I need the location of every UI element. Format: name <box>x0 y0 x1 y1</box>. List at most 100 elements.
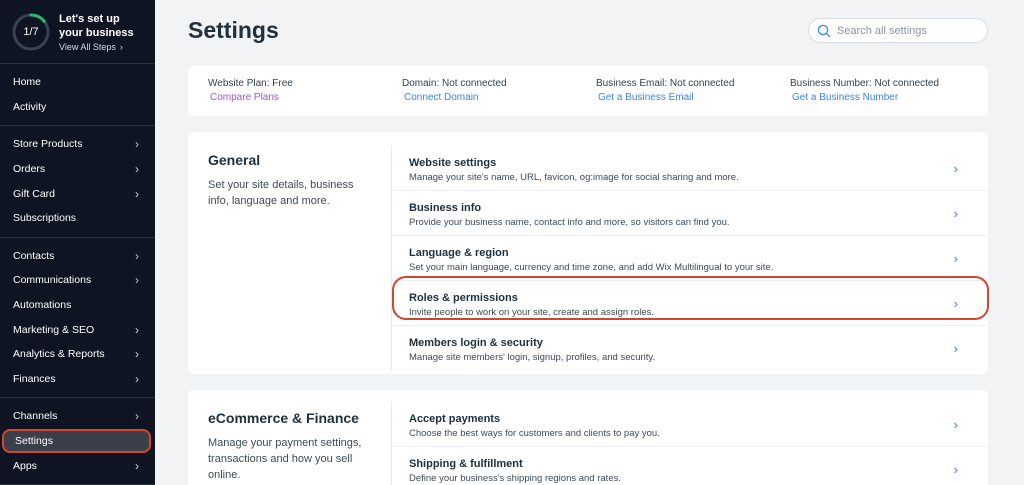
row-description: Set your main language, currency and tim… <box>409 262 774 273</box>
sidebar-item-label: Apps <box>13 459 37 472</box>
row-title: Accept payments <box>409 413 501 425</box>
general-heading: General <box>208 152 261 168</box>
chevron-right-icon: › <box>135 186 139 201</box>
sidebar-item-settings[interactable]: Settings <box>2 428 151 454</box>
info-label: Website Plan: Free <box>208 78 293 89</box>
general-rows: Website settings Manage your site's name,… <box>391 146 988 371</box>
chevron-right-icon: › <box>135 409 139 424</box>
sidebar-item-label: Channels <box>13 410 58 423</box>
sidebar-item-label: Activity <box>13 100 47 113</box>
sidebar-item-channels[interactable]: Channels › <box>0 404 155 429</box>
chevron-right-icon: › <box>953 161 958 176</box>
row-title: Members login & security <box>409 337 543 349</box>
progress-label: 1/7 <box>23 25 39 38</box>
sidebar-item-label: Store Products <box>13 138 83 151</box>
sidebar-group: Contacts › Communications › Automations Marke… <box>0 238 155 399</box>
sidebar-item-label: Analytics & Reports <box>13 348 105 361</box>
row-description: Provide your business name, contact info… <box>409 217 730 228</box>
row-title: Language & region <box>409 247 509 259</box>
chevron-right-icon: › <box>135 248 139 263</box>
chevron-right-icon: › <box>135 137 139 152</box>
sidebar-item-label: Finances <box>13 372 56 385</box>
sidebar-item-label: Home <box>13 76 42 89</box>
ecommerce-heading: eCommerce & Finance <box>208 410 359 426</box>
settings-row-business-info[interactable]: Business info Provide your business name,… <box>392 191 988 236</box>
row-description: Define your business's shipping regions … <box>409 473 621 484</box>
info-website-plan: Website Plan: Free Compare Plans <box>208 78 293 103</box>
search-box[interactable] <box>808 18 988 43</box>
search-icon <box>817 24 831 37</box>
general-card: General Set your site details, business … <box>188 132 988 374</box>
sidebar-item-label: Communications <box>13 274 92 287</box>
row-description: Manage your site's name, URL, favicon, o… <box>409 172 739 183</box>
sidebar-item-label: Contacts <box>13 249 55 262</box>
sidebar-item-activity[interactable]: Activity <box>0 95 155 120</box>
settings-row-shipping-and-fulfillment[interactable]: Shipping & fulfillment Define your busine… <box>392 447 988 485</box>
sidebar-group: Channels › Settings Apps › <box>0 398 155 485</box>
get-business-email-link[interactable]: Get a Business Email <box>598 92 734 103</box>
sidebar-group: Store Products › Orders › Gift Card › Subscrip… <box>0 126 155 238</box>
settings-row-website-settings[interactable]: Website settings Manage your site's name,… <box>392 146 988 191</box>
settings-row-accept-payments[interactable]: Accept payments Choose the best ways for … <box>392 402 988 447</box>
ecommerce-card: eCommerce & Finance Manage your payment … <box>188 390 988 485</box>
sidebar-nav: Home Activity Store Products › Orders › Gift C… <box>0 64 155 485</box>
highlight-annotation <box>392 276 989 320</box>
sidebar-item-contacts[interactable]: Contacts › <box>0 244 155 269</box>
info-business-email: Business Email: Not connected Get a Busi… <box>596 78 734 103</box>
chevron-right-icon: › <box>135 371 139 386</box>
sidebar-item-label: Marketing & SEO <box>13 323 95 336</box>
sidebar-item-analytics-and-reports[interactable]: Analytics & Reports › <box>0 342 155 367</box>
sidebar-item-apps[interactable]: Apps › <box>0 453 155 478</box>
sidebar-item-orders[interactable]: Orders › <box>0 157 155 182</box>
sidebar-item-label: Settings <box>15 435 53 448</box>
sidebar-item-automations[interactable]: Automations <box>0 293 155 318</box>
settings-row-members-login-and-security[interactable]: Members login & security Manage site memb… <box>392 326 988 371</box>
compare-plans-link[interactable]: Compare Plans <box>210 92 293 103</box>
sidebar-item-label: Orders <box>13 163 46 176</box>
chevron-right-icon: › <box>953 417 958 432</box>
page-title: Settings <box>188 17 279 43</box>
sidebar-item-finances[interactable]: Finances › <box>0 367 155 392</box>
sidebar-item-communications[interactable]: Communications › <box>0 268 155 293</box>
main-content: Settings Website Plan: Free Compare Plan… <box>155 0 1024 485</box>
row-title: Shipping & fulfillment <box>409 458 523 470</box>
row-description: Manage site members' login, signup, prof… <box>409 352 656 363</box>
info-label: Business Number: Not connected <box>790 78 939 89</box>
info-domain: Domain: Not connected Connect Domain <box>402 78 507 103</box>
chevron-right-icon: › <box>135 458 139 473</box>
sidebar-item-subscriptions[interactable]: Subscriptions <box>0 206 155 231</box>
sidebar-item-marketing-and-seo[interactable]: Marketing & SEO › <box>0 317 155 342</box>
get-business-number-link[interactable]: Get a Business Number <box>792 92 939 103</box>
plan-info-card: Website Plan: Free Compare Plans Domain:… <box>188 66 988 116</box>
general-description: Set your site details, business info, la… <box>208 179 354 207</box>
sidebar-item-label: Subscriptions <box>13 212 77 225</box>
chevron-right-icon: › <box>953 251 958 266</box>
chevron-right-icon: › <box>119 41 123 52</box>
progress-ring: 1/7 <box>11 12 51 52</box>
connect-domain-link[interactable]: Connect Domain <box>404 92 507 103</box>
chevron-right-icon: › <box>953 341 958 356</box>
sidebar-item-store-products[interactable]: Store Products › <box>0 132 155 157</box>
sidebar-item-label: Automations <box>13 299 72 312</box>
info-label: Domain: Not connected <box>402 78 507 89</box>
sidebar: 1/7 Let's set up your business View All … <box>0 0 155 485</box>
sidebar-item-home[interactable]: Home <box>0 70 155 95</box>
sidebar-item-label: Gift Card <box>13 187 56 200</box>
sidebar-item-gift-card[interactable]: Gift Card › <box>0 181 155 206</box>
sidebar-group: Home Activity <box>0 64 155 127</box>
row-description: Choose the best ways for customers and c… <box>409 428 660 439</box>
chevron-right-icon: › <box>135 273 139 288</box>
row-title: Website settings <box>409 157 497 169</box>
ecommerce-description: Manage your payment settings, transactio… <box>208 437 362 481</box>
settings-row-language-and-region[interactable]: Language & region Set your main language,… <box>392 236 988 281</box>
chevron-right-icon: › <box>135 162 139 177</box>
setup-progress[interactable]: 1/7 Let's set up your business View All … <box>0 0 155 64</box>
row-title: Business info <box>409 202 482 214</box>
search-input[interactable] <box>837 24 977 37</box>
chevron-right-icon: › <box>953 462 958 477</box>
info-business-number: Business Number: Not connected Get a Bus… <box>790 78 939 103</box>
chevron-right-icon: › <box>135 322 139 337</box>
view-all-steps-link[interactable]: View All Steps › <box>59 42 143 52</box>
setup-title: Let's set up your business <box>59 12 134 39</box>
chevron-right-icon: › <box>953 206 958 221</box>
